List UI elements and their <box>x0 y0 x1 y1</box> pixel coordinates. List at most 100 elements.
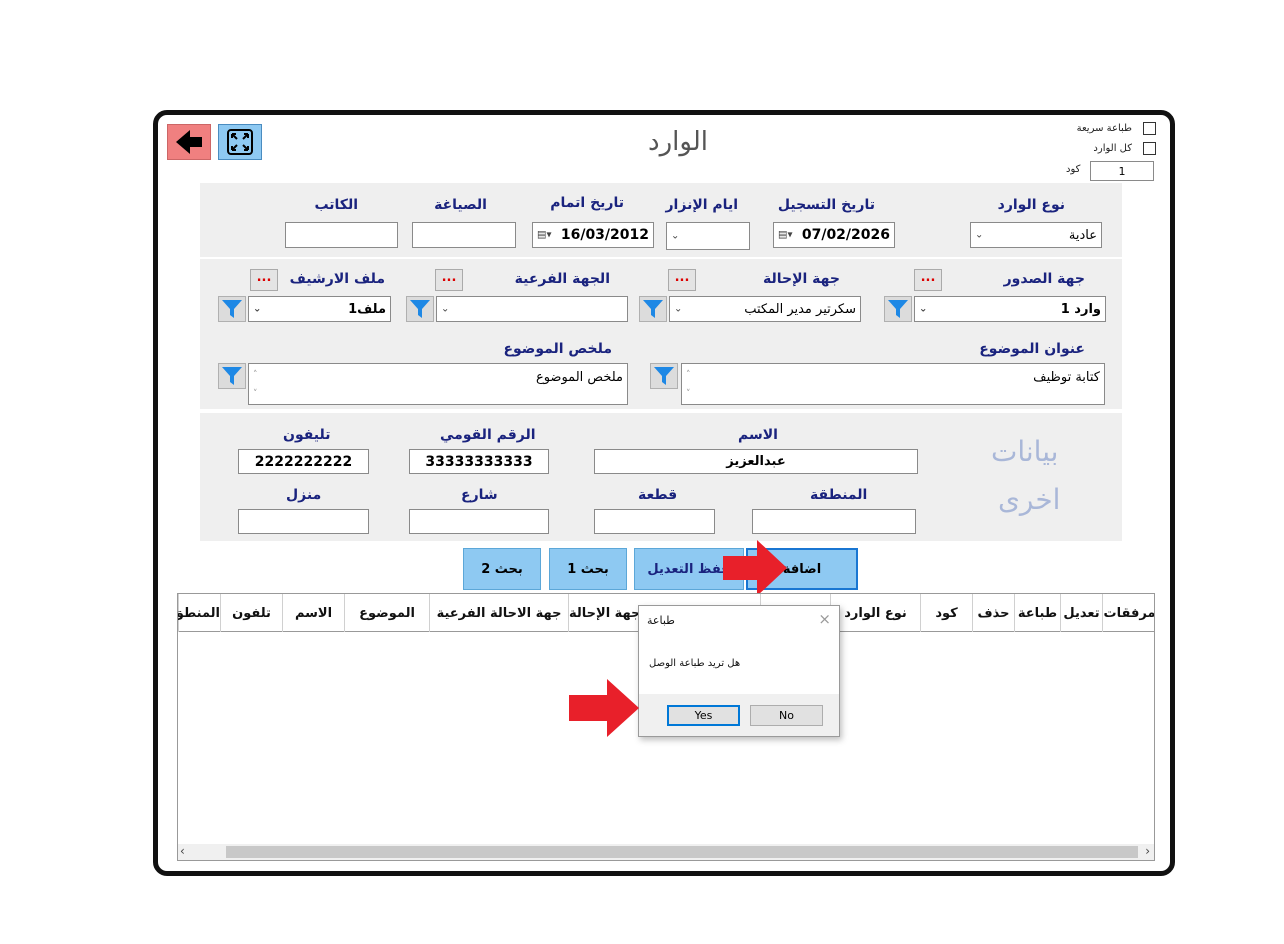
street-input[interactable] <box>409 509 549 534</box>
subject-summary-value: ملخص الموضوع <box>535 370 623 385</box>
writer-input[interactable] <box>285 222 398 248</box>
complete-date-picker[interactable]: 16/03/2012 ▾▤ <box>532 222 654 248</box>
subject-title-label: عنوان الموضوع <box>979 341 1085 357</box>
issuer-label: جهة الصدور <box>1003 271 1085 287</box>
all-incoming-checkbox[interactable] <box>1143 142 1156 155</box>
plot-input[interactable] <box>594 509 715 534</box>
sub-party-label: الجهة الفرعية <box>514 271 610 287</box>
other-data-heading-line1: بيانات <box>991 435 1059 468</box>
phone-label: تليفون <box>283 427 331 443</box>
no-button[interactable]: No <box>750 705 823 726</box>
drafting-label: الصياغة <box>434 197 487 213</box>
window-title: الوارد <box>648 127 708 157</box>
sub-party-select[interactable]: ⌄ <box>436 296 628 322</box>
region-label: المنطقة <box>810 487 868 503</box>
phone-value: 2222222222 <box>254 453 353 470</box>
national-id-input[interactable]: 33333333333 <box>409 449 549 474</box>
chevron-down-icon: ⌄ <box>674 303 683 315</box>
subject-summary-label: ملخص الموضوع <box>503 341 612 357</box>
filter-icon <box>222 367 242 385</box>
col-incoming-type[interactable]: نوع الوارد <box>830 594 920 632</box>
horizontal-scrollbar[interactable]: ‹ › <box>178 844 1154 860</box>
scrollbar-thumb[interactable] <box>226 846 1138 858</box>
issuer-more-button[interactable]: ... <box>914 269 942 291</box>
referral-more-button[interactable]: ... <box>668 269 696 291</box>
phone-input[interactable]: 2222222222 <box>238 449 369 474</box>
maximize-button[interactable] <box>218 124 262 160</box>
scroll-arrows-icon: ˄ ˅ <box>253 370 258 399</box>
name-value: عبدالعزيز <box>726 454 786 469</box>
arrow-left-icon <box>176 130 202 154</box>
other-data-heading-line2: اخرى <box>998 483 1061 516</box>
issuer-select[interactable]: وارد 1 ⌄ <box>914 296 1106 322</box>
scroll-left-icon[interactable]: ‹ <box>180 844 185 858</box>
sub-party-more-button[interactable]: ... <box>435 269 463 291</box>
referral-label: جهة الإحالة <box>762 271 840 287</box>
dialog-message: هل تريد طباعة الوصل <box>649 658 741 669</box>
house-label: منزل <box>286 487 322 503</box>
warning-days-label: ايام الإنزار <box>665 197 739 213</box>
close-icon[interactable]: × <box>818 610 831 628</box>
search2-button[interactable]: بحث 2 <box>463 548 541 590</box>
print-dialog: طباعة × هل تريد طباعة الوصل Yes No <box>638 605 840 737</box>
subject-title-value: كتابة توظيف <box>1033 370 1100 385</box>
quick-print-label: طباعة سريعة <box>1076 123 1132 134</box>
national-id-label: الرقم القومي <box>440 427 536 443</box>
referral-filter-button[interactable] <box>639 296 667 322</box>
back-button[interactable] <box>167 124 211 160</box>
filter-icon <box>410 300 430 318</box>
chevron-down-icon: ⌄ <box>919 303 928 315</box>
col-sub-referral[interactable]: جهة الاحالة الفرعية <box>429 594 568 632</box>
referral-select[interactable]: سكرتير مدير المكتب ⌄ <box>669 296 861 322</box>
warning-days-select[interactable]: ⌄ <box>666 222 750 250</box>
issuer-value: وارد 1 <box>1060 301 1101 317</box>
archive-file-filter-button[interactable] <box>218 296 246 322</box>
chevron-down-icon: ⌄ <box>253 303 262 315</box>
subject-title-filter-button[interactable] <box>650 363 678 389</box>
col-region[interactable]: المنطق <box>178 594 220 632</box>
region-input[interactable] <box>752 509 916 534</box>
red-arrow-icon <box>569 679 639 737</box>
complete-date-value: 16/03/2012 <box>560 227 649 243</box>
col-subject[interactable]: الموضوع <box>344 594 429 632</box>
filter-icon <box>643 300 663 318</box>
incoming-type-label: نوع الوارد <box>997 197 1065 213</box>
incoming-type-value: عادية <box>1068 227 1097 243</box>
scroll-right-icon[interactable]: › <box>1145 844 1150 858</box>
complete-date-label: تاريخ اتمام <box>550 195 624 211</box>
code-field[interactable]: 1 <box>1090 161 1154 181</box>
subject-summary-textarea[interactable]: ملخص الموضوع ˄ ˅ <box>248 363 628 405</box>
yes-button[interactable]: Yes <box>667 705 740 726</box>
drafting-input[interactable] <box>412 222 516 248</box>
col-name[interactable]: الاسم <box>282 594 344 632</box>
name-input[interactable]: عبدالعزيز <box>594 449 918 474</box>
calendar-icon: ▾▤ <box>537 229 552 241</box>
issuer-filter-button[interactable] <box>884 296 912 322</box>
archive-file-select[interactable]: ملف1 ⌄ <box>248 296 391 322</box>
sub-party-filter-button[interactable] <box>406 296 434 322</box>
house-input[interactable] <box>238 509 369 534</box>
register-date-label: تاريخ التسجيل <box>777 197 875 213</box>
col-phone[interactable]: تلفون <box>220 594 282 632</box>
col-code[interactable]: كود <box>920 594 972 632</box>
col-edit[interactable]: تعديل <box>1060 594 1102 632</box>
chevron-down-icon: ⌄ <box>671 230 680 242</box>
search1-button[interactable]: بحث 1 <box>549 548 627 590</box>
col-attachments[interactable]: مرفقات <box>1102 594 1154 632</box>
subject-title-textarea[interactable]: كتابة توظيف ˄ ˅ <box>681 363 1105 405</box>
scroll-arrows-icon: ˄ ˅ <box>686 370 691 399</box>
dialog-title: طباعة <box>647 614 675 627</box>
register-date-picker[interactable]: 07/02/2026 ▾▤ <box>773 222 895 248</box>
code-label: كود <box>1066 164 1081 175</box>
incoming-type-select[interactable]: عادية ⌄ <box>970 222 1102 248</box>
filter-icon <box>888 300 908 318</box>
plot-label: قطعة <box>638 487 678 503</box>
quick-print-checkbox[interactable] <box>1143 122 1156 135</box>
col-print[interactable]: طباعة <box>1014 594 1060 632</box>
archive-file-more-button[interactable]: ... <box>250 269 278 291</box>
main-window: الوارد طباعة سريعة كل الوارد 1 كود نوع ا… <box>153 110 1175 876</box>
col-delete[interactable]: حذف <box>972 594 1014 632</box>
subject-summary-filter-button[interactable] <box>218 363 246 389</box>
chevron-down-icon: ⌄ <box>975 229 984 241</box>
all-incoming-label: كل الوارد <box>1093 143 1132 154</box>
